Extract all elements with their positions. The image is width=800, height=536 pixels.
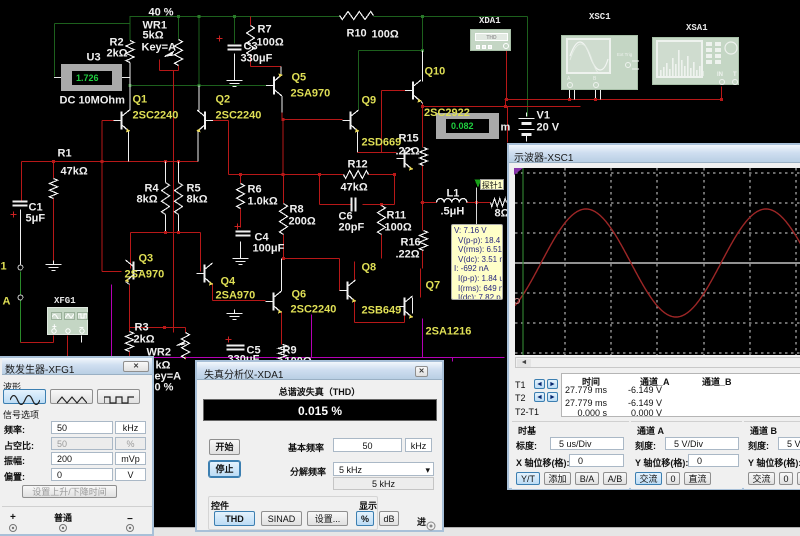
- svg-text:5kΩ: 5kΩ: [143, 30, 164, 42]
- svg-text:V1: V1: [537, 110, 550, 122]
- svg-text:1.0kΩ: 1.0kΩ: [248, 196, 278, 208]
- svg-text:2SD669: 2SD669: [362, 137, 402, 149]
- svg-text:Q5: Q5: [292, 72, 307, 84]
- svg-text:40 %: 40 %: [149, 7, 174, 19]
- svg-text:5μF: 5μF: [26, 213, 46, 225]
- svg-text:2SC2240: 2SC2240: [216, 110, 262, 122]
- svg-text:Q4: Q4: [221, 276, 237, 288]
- svg-text:20 V: 20 V: [537, 122, 560, 134]
- svg-text:20pF: 20pF: [339, 222, 365, 234]
- svg-text:R7: R7: [258, 24, 272, 36]
- svg-text:1: 1: [1, 261, 7, 273]
- svg-text:0 %: 0 %: [155, 382, 174, 394]
- svg-text:Key=A: Key=A: [142, 42, 177, 54]
- svg-text:R3: R3: [135, 322, 149, 334]
- svg-text:R6: R6: [248, 184, 262, 196]
- svg-text:2SA970: 2SA970: [125, 269, 165, 281]
- svg-text:Q8: Q8: [362, 262, 377, 274]
- svg-text:200Ω: 200Ω: [289, 216, 316, 228]
- svg-text:100Ω: 100Ω: [385, 222, 412, 234]
- svg-text:2SB649: 2SB649: [362, 305, 402, 317]
- svg-text:47kΩ: 47kΩ: [61, 166, 88, 178]
- svg-text:R11: R11: [387, 210, 407, 222]
- svg-text:B: B: [593, 76, 597, 82]
- svg-text:R10: R10: [347, 28, 367, 40]
- svg-text:.22Ω: .22Ω: [396, 249, 420, 261]
- svg-text:Q9: Q9: [362, 95, 377, 107]
- svg-text:2SA1216: 2SA1216: [426, 326, 472, 338]
- svg-text:2SC2240: 2SC2240: [133, 110, 179, 122]
- svg-text:2SC2240: 2SC2240: [291, 304, 337, 316]
- svg-text:100Ω: 100Ω: [257, 37, 284, 49]
- svg-text:Q3: Q3: [139, 253, 154, 265]
- svg-text:R12: R12: [348, 159, 368, 171]
- svg-text:A: A: [567, 76, 571, 82]
- svg-text:U3: U3: [87, 52, 101, 64]
- svg-text:100μF: 100μF: [253, 243, 285, 255]
- svg-text:C3: C3: [244, 41, 258, 53]
- svg-text:47kΩ: 47kΩ: [341, 182, 368, 194]
- svg-text:R8: R8: [290, 204, 304, 216]
- svg-text:Q2: Q2: [216, 94, 231, 106]
- svg-text:2SA970: 2SA970: [216, 290, 256, 302]
- svg-text:IN: IN: [717, 72, 723, 78]
- svg-text:100Ω: 100Ω: [372, 29, 399, 41]
- svg-text:m: m: [501, 122, 511, 134]
- svg-text:2SA970: 2SA970: [291, 88, 331, 100]
- svg-text:R1: R1: [58, 148, 72, 160]
- svg-text:A: A: [3, 296, 11, 308]
- svg-text:.5μH: .5μH: [441, 206, 465, 218]
- svg-text:Q1: Q1: [133, 94, 148, 106]
- svg-text:T: T: [733, 72, 737, 78]
- svg-text:DC 10MOhm: DC 10MOhm: [60, 95, 126, 107]
- svg-text:Q6: Q6: [292, 289, 307, 301]
- svg-text:L1: L1: [447, 188, 460, 200]
- svg-text:Q10: Q10: [425, 66, 446, 78]
- svg-text:8kΩ: 8kΩ: [187, 194, 208, 206]
- svg-text:8kΩ: 8kΩ: [137, 194, 158, 206]
- svg-text:R16: R16: [401, 237, 421, 249]
- svg-text:R15: R15: [399, 133, 419, 145]
- svg-text:330μF: 330μF: [241, 53, 273, 65]
- svg-text:2kΩ: 2kΩ: [134, 334, 155, 346]
- svg-text:Q7: Q7: [426, 280, 441, 292]
- svg-text:2kΩ: 2kΩ: [107, 48, 128, 60]
